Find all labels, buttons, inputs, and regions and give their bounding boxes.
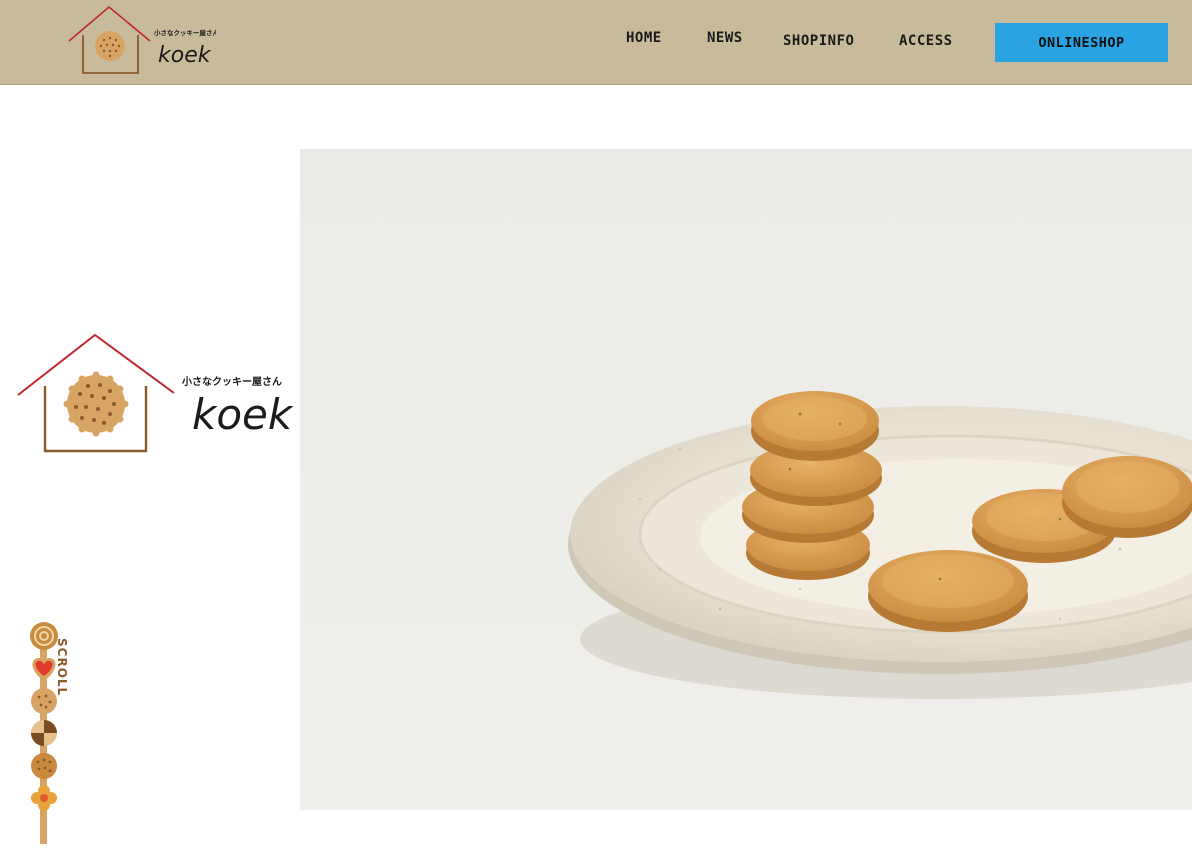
hero-logo-tagline: 小さなクッキー屋さん [181, 375, 282, 388]
nav-shopinfo[interactable]: SHOPINFO [783, 33, 854, 49]
scroll-label: SCROLL [55, 638, 69, 697]
header-logo-name: koek [158, 43, 212, 68]
cookie-stack [742, 391, 882, 580]
checker-cookie-icon [31, 720, 57, 746]
online-shop-button[interactable]: ONLINESHOP [995, 23, 1168, 62]
nav-news[interactable]: NEWS [707, 30, 743, 46]
header-logo-tagline: 小さなクッキー屋さん [153, 28, 216, 37]
cookie-skewer-icon [30, 622, 58, 844]
cookies-on-plate-photo [300, 149, 1192, 810]
hero-logo-name: koek [192, 390, 294, 439]
header-logo[interactable]: 小さなクッキー屋さん koek [66, 5, 220, 77]
round-cookie-icon [31, 753, 57, 779]
site-header: 小さなクッキー屋さん koek HOME NEWS SHOPINFO ACCES… [0, 0, 1192, 85]
hero-photo [300, 149, 1192, 810]
hero-logo: 小さなクッキー屋さん koek [14, 330, 294, 456]
house-cookie-logo-icon: 小さなクッキー屋さん koek [68, 5, 220, 74]
chip-cookie-icon [31, 688, 57, 714]
swirl-cookie-icon [30, 622, 58, 650]
nav-access[interactable]: ACCESS [899, 33, 953, 49]
hero-cookie-icon [63, 371, 129, 437]
scroll-indicator[interactable] [24, 618, 80, 844]
hero-house-cookie-logo-icon: 小さなクッキー屋さん koek [17, 333, 294, 453]
nav-home[interactable]: HOME [626, 30, 662, 46]
flower-cookie-icon [31, 785, 57, 811]
